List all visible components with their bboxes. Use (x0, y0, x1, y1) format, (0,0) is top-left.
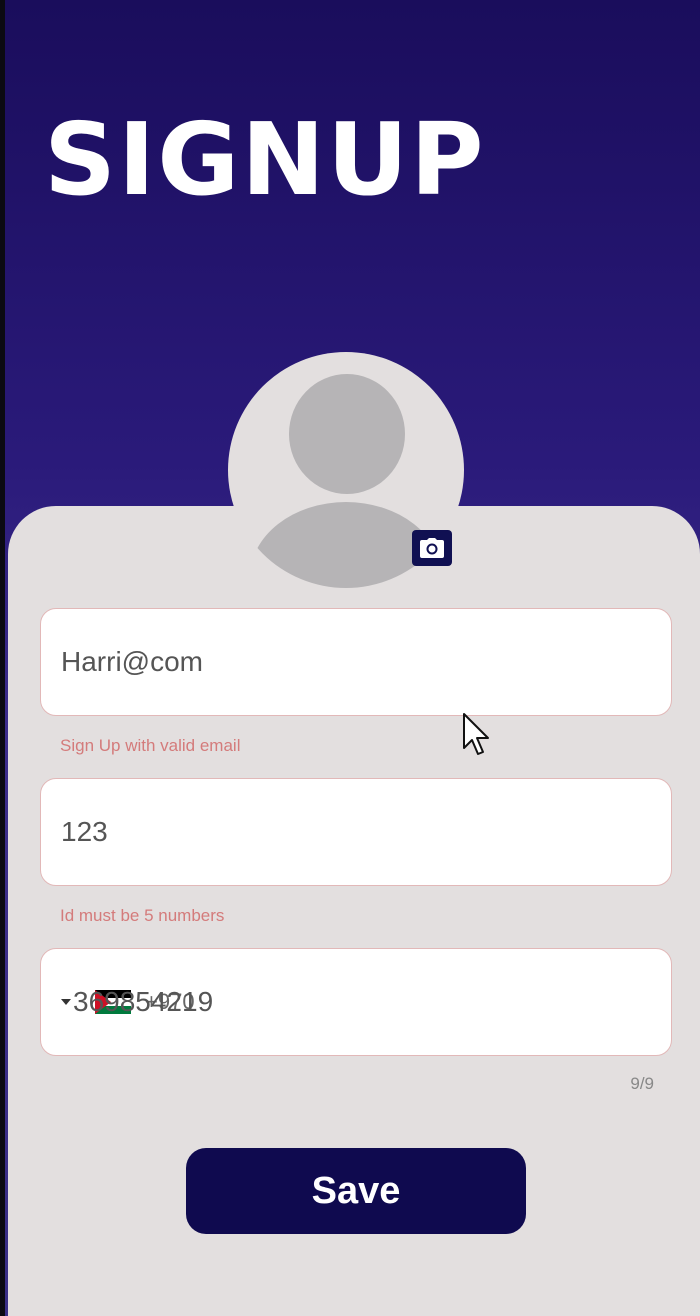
camera-button[interactable] (412, 530, 452, 566)
email-error-text: Sign Up with valid email (60, 736, 241, 755)
screen-edge (0, 0, 5, 1316)
id-input[interactable] (41, 779, 671, 885)
save-button[interactable]: Save (186, 1148, 526, 1234)
camera-icon (420, 538, 444, 558)
person-placeholder-icon (289, 374, 405, 494)
email-input[interactable] (41, 609, 671, 715)
id-field[interactable] (40, 778, 672, 886)
phone-input[interactable] (53, 949, 683, 1055)
phone-row: +970 (41, 949, 683, 1055)
email-field[interactable] (40, 608, 672, 716)
phone-field[interactable]: +970 (40, 948, 683, 1056)
phone-char-counter: 9/9 (630, 1074, 654, 1093)
page-title: SIGNUP (44, 101, 486, 218)
id-error-text: Id must be 5 numbers (60, 906, 225, 925)
